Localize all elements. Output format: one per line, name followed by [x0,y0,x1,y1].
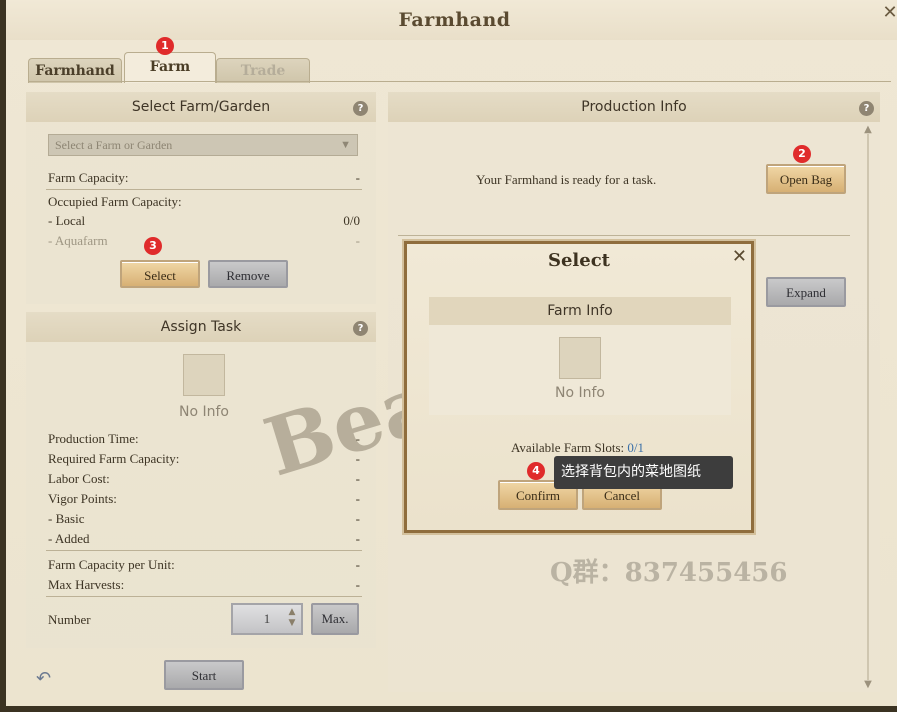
quantity-stepper[interactable]: 1 ▲ ▼ [231,603,303,635]
tab-divider [28,81,891,82]
assign-task-panel: Assign Task ? No Info Production Time: -… [26,312,376,648]
farm-info-body: No Info [429,325,731,415]
farm-capacity-row: Farm Capacity: - [48,170,360,188]
select-farm-panel: Select Farm/Garden ? Select a Farm or Ga… [26,92,376,304]
remove-button[interactable]: Remove [208,260,288,288]
select-button[interactable]: Select [120,260,200,288]
select-dialog: Select ✕ Farm Info No Info Available Far… [404,241,754,533]
max-harvests-row: Max Harvests: - [48,577,360,595]
production-time-value: - [355,431,360,446]
max-button[interactable]: Max. [311,603,359,635]
slots-label: Available Farm Slots: [511,440,625,455]
required-capacity-value: - [355,451,360,466]
scroll-down-icon[interactable]: ▼ [861,679,875,690]
farm-item-slot[interactable] [559,337,601,379]
farm-dropdown-placeholder: Select a Farm or Garden [55,138,173,152]
status-text: Your Farmhand is ready for a task. [476,172,736,190]
select-farm-header: Select Farm/Garden ? [26,92,376,122]
production-time-label: Production Time: [48,431,139,446]
basic-label: - Basic [48,511,85,526]
scrollbar-track[interactable] [867,134,869,680]
tab-farmhand[interactable]: Farmhand [28,58,122,83]
divider [46,596,362,597]
status-text-value: Your Farmhand is ready for a task. [476,172,657,187]
divider [46,189,362,190]
production-info-header: Production Info ? [388,92,880,122]
occupied-capacity-label: Occupied Farm Capacity: [48,194,182,209]
scrollbar[interactable]: ▲ ▼ [861,124,875,690]
required-capacity-row: Required Farm Capacity: - [48,451,360,469]
stepper-arrows-icon[interactable]: ▲ ▼ [285,607,299,631]
required-capacity-label: Required Farm Capacity: [48,451,180,466]
production-info-title: Production Info [581,99,687,115]
max-harvests-label: Max Harvests: [48,577,125,592]
farm-capacity-value: - [355,170,360,185]
added-row: - Added - [48,531,360,549]
select-farm-title: Select Farm/Garden [131,99,271,115]
help-icon[interactable]: ? [353,101,368,116]
help-icon[interactable]: ? [859,101,874,116]
open-bag-button[interactable]: Open Bag [766,164,846,194]
local-label: - Local [48,213,86,228]
back-arrow-icon[interactable]: ↶ [36,668,51,689]
vigor-points-label: Vigor Points: [48,491,117,506]
step-badge-2: 2 [793,145,811,163]
divider [46,550,362,551]
task-no-info: No Info [179,404,229,420]
chevron-down-icon: ▼ [340,139,351,151]
basic-row: - Basic - [48,511,360,529]
window-title: Farmhand [398,9,511,31]
title-bar: Farmhand ✕ [6,0,897,40]
labor-cost-value: - [355,471,360,486]
step-badge-3: 3 [144,237,162,255]
vigor-points-row: Vigor Points: - [48,491,360,509]
tooltip: 选择背包内的菜地图纸 [554,456,733,489]
occupied-capacity-row: Occupied Farm Capacity: [48,194,360,212]
step-badge-4: 4 [527,462,545,480]
dialog-title: Select [547,250,610,271]
expand-button[interactable]: Expand [766,277,846,307]
basic-value: - [355,511,360,526]
local-row: - Local 0/0 [48,213,360,231]
farmhand-window: Farmhand ✕ Farmhand Farm Trade Select Fa… [0,0,897,712]
farm-info-header: Farm Info [429,297,731,325]
farm-dropdown[interactable]: Select a Farm or Garden ▼ [48,134,358,156]
task-item-slot[interactable] [183,354,225,396]
step-badge-1: 1 [156,37,174,55]
aquafarm-value: - [355,233,360,248]
capacity-per-unit-label: Farm Capacity per Unit: [48,557,175,572]
aquafarm-row: - Aquafarm - [48,233,360,251]
start-button[interactable]: Start [164,660,244,690]
local-value: 0/0 [343,213,360,228]
close-icon[interactable]: ✕ [732,246,747,267]
capacity-per-unit-value: - [355,557,360,572]
divider [398,235,850,236]
assign-task-title: Assign Task [160,319,242,335]
close-icon[interactable]: ✕ [881,4,897,22]
labor-cost-row: Labor Cost: - [48,471,360,489]
help-icon[interactable]: ? [353,321,368,336]
added-value: - [355,531,360,546]
production-time-row: Production Time: - [48,431,360,449]
tab-farm[interactable]: Farm [124,52,216,83]
quantity-value: 1 [263,611,271,626]
assign-task-header: Assign Task ? [26,312,376,342]
aquafarm-label: - Aquafarm [48,233,108,248]
added-label: - Added [48,531,90,546]
max-harvests-value: - [355,577,360,592]
vigor-points-value: - [355,491,360,506]
farm-capacity-label: Farm Capacity: [48,170,129,185]
slots-row: Available Farm Slots: 0/1 [511,440,644,456]
slots-value: 0/1 [627,440,645,455]
farm-no-info: No Info [555,385,605,401]
tab-trade[interactable]: Trade [216,58,310,83]
labor-cost-label: Labor Cost: [48,471,110,486]
number-label-text: Number [48,612,91,627]
capacity-per-unit-row: Farm Capacity per Unit: - [48,557,360,575]
